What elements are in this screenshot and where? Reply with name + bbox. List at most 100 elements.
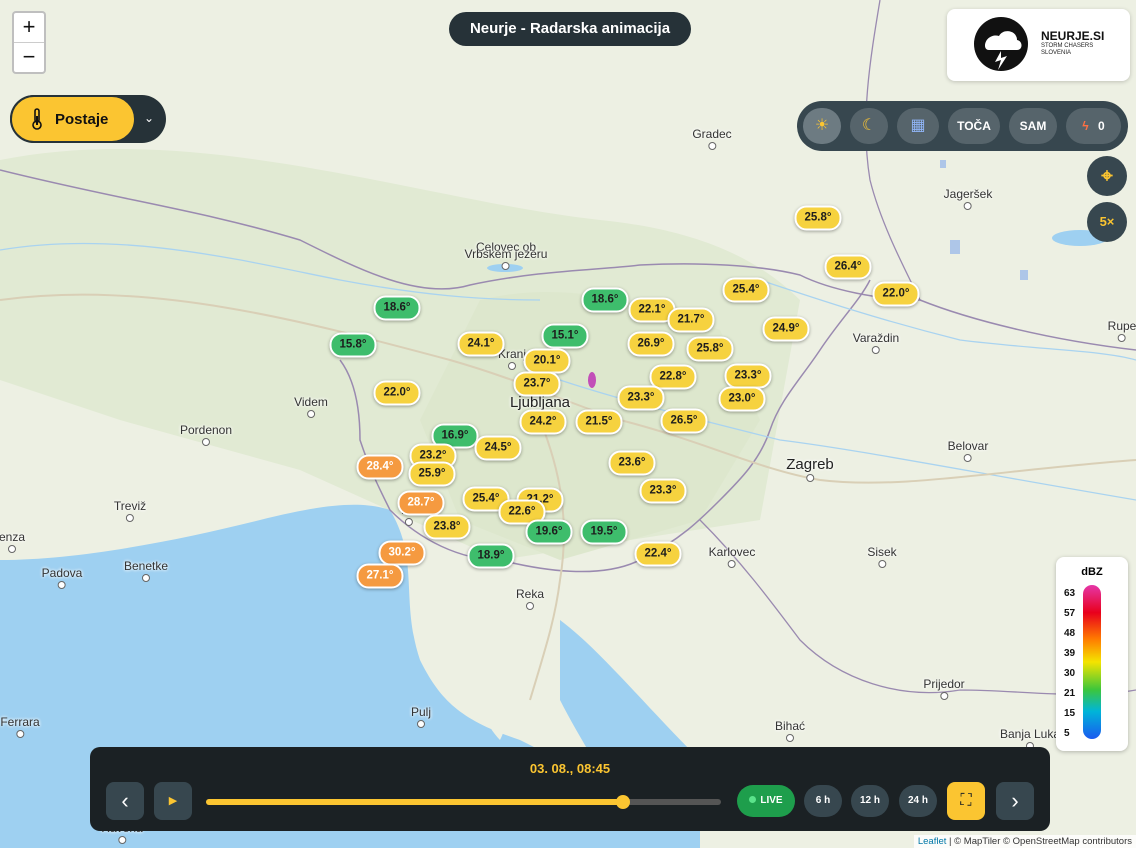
- temperature-marker[interactable]: 23.6°: [608, 450, 656, 476]
- city-name: Zagreb: [786, 456, 834, 473]
- temperature-marker[interactable]: 24.2°: [519, 409, 567, 435]
- city-label: Pordenon: [180, 423, 232, 446]
- temperature-marker[interactable]: 30.2°: [378, 540, 426, 566]
- timeline-slider[interactable]: [206, 795, 721, 809]
- temperature-marker[interactable]: 23.3°: [639, 478, 687, 504]
- temperature-marker[interactable]: 23.3°: [724, 363, 772, 389]
- legend-tick: 57: [1064, 608, 1076, 619]
- temperature-marker[interactable]: 24.9°: [762, 316, 810, 342]
- temperature-marker[interactable]: 26.5°: [660, 408, 708, 434]
- temperature-marker[interactable]: 24.5°: [474, 435, 522, 461]
- temperature-marker[interactable]: 20.1°: [523, 348, 571, 374]
- temperature-marker[interactable]: 25.8°: [686, 336, 734, 362]
- city-label: enza: [0, 530, 25, 553]
- sun-icon[interactable]: ☀: [803, 108, 841, 144]
- temperature-marker[interactable]: 22.0°: [872, 281, 920, 307]
- temperature-marker[interactable]: 15.1°: [541, 323, 589, 349]
- temperature-marker[interactable]: 22.0°: [373, 380, 421, 406]
- live-label: LIVE: [760, 795, 783, 806]
- temperature-marker[interactable]: 25.8°: [794, 205, 842, 231]
- speed-button[interactable]: 5×: [1087, 202, 1127, 242]
- temperature-marker[interactable]: 23.8°: [423, 514, 471, 540]
- temperature-marker[interactable]: 18.9°: [467, 543, 515, 569]
- fullscreen-icon[interactable]: ⛶: [947, 782, 985, 820]
- temperature-marker[interactable]: 23.7°: [513, 371, 561, 397]
- live-dot-icon: [749, 796, 757, 803]
- lightning-icon: ϟ: [1082, 119, 1089, 133]
- zoom-in-button[interactable]: +: [14, 13, 44, 43]
- range-24h-button[interactable]: 24 h: [899, 785, 937, 817]
- temperature-marker[interactable]: 18.6°: [373, 295, 421, 321]
- zoom-out-button[interactable]: −: [14, 43, 44, 72]
- locate-icon[interactable]: ⌖: [1087, 156, 1127, 196]
- timeline-knob[interactable]: [616, 795, 631, 809]
- city-dot-icon: [118, 836, 126, 844]
- temperature-marker[interactable]: 25.9°: [408, 461, 456, 487]
- range-6h-button[interactable]: 6 h: [804, 785, 842, 817]
- zoom-control: + −: [12, 11, 46, 74]
- city-dot-icon: [963, 202, 972, 210]
- city-name: Reka: [515, 587, 545, 601]
- logo[interactable]: NEURJE.SI STORM CHASERS SLOVENIA: [947, 9, 1130, 81]
- city-label: Benetke: [124, 559, 168, 582]
- city-dot-icon: [141, 574, 150, 582]
- temperature-marker[interactable]: 23.0°: [718, 386, 766, 412]
- city-name: Treviž: [113, 499, 147, 513]
- temperature-marker[interactable]: 28.4°: [356, 454, 404, 480]
- legend-tick: 21: [1064, 688, 1076, 699]
- city-label: Jageršek: [944, 187, 992, 210]
- attribution-text: | © MapTiler © OpenStreetMap contributor…: [946, 836, 1132, 847]
- animation-player: 03. 08., 08:45 ‹ ▶ LIVE 6 h 12 h 24 h ⛶ …: [90, 747, 1050, 831]
- city-dot-icon: [939, 692, 948, 700]
- legend-tick: 63: [1064, 588, 1076, 599]
- timeline-progress: [206, 799, 624, 805]
- temperature-marker[interactable]: 27.1°: [356, 563, 404, 589]
- temperature-marker[interactable]: 21.7°: [667, 307, 715, 333]
- temperature-marker[interactable]: 28.7°: [397, 490, 445, 516]
- logo-subtitle: STORM CHASERS SLOVENIA: [1041, 43, 1094, 56]
- city-dot-icon: [306, 410, 315, 418]
- sam-button[interactable]: SAM: [1009, 108, 1057, 144]
- lightning-button[interactable]: ϟ 0: [1066, 108, 1121, 144]
- dbz-legend: dBZ 63 57 48 39 30 21 15 5: [1056, 557, 1128, 751]
- city-label: Karlovec: [709, 545, 755, 568]
- layer-toolbar: ☀ ☾ ▦ TOČA SAM ϟ 0: [797, 101, 1128, 151]
- moon-icon[interactable]: ☾: [850, 108, 888, 144]
- city-dot-icon: [416, 720, 425, 728]
- live-button[interactable]: LIVE: [737, 785, 795, 817]
- temperature-marker[interactable]: 26.9°: [627, 331, 675, 357]
- temperature-marker[interactable]: 15.8°: [329, 332, 377, 358]
- temperature-marker[interactable]: 19.6°: [525, 519, 573, 545]
- city-dot-icon: [57, 581, 66, 589]
- calendar-icon[interactable]: ▦: [897, 108, 939, 144]
- legend-tick: 39: [1064, 648, 1076, 659]
- chevron-down-icon[interactable]: ⌄: [144, 111, 154, 125]
- city-label: Varaždin: [853, 331, 899, 354]
- storm-cloud-logo-icon: [974, 17, 1028, 71]
- city-label: Videm: [294, 395, 328, 418]
- city-name: Ferrara: [0, 715, 40, 729]
- temperature-marker[interactable]: 21.5°: [575, 409, 623, 435]
- city-name: Videm: [294, 395, 328, 409]
- city-dot-icon: [1118, 334, 1126, 342]
- legend-unit: dBZ: [1081, 566, 1103, 578]
- hail-button[interactable]: TOČA: [948, 108, 1000, 144]
- prev-frame-button[interactable]: ‹: [106, 782, 144, 820]
- legend-colorbar: [1083, 585, 1101, 739]
- temperature-marker[interactable]: 26.4°: [824, 254, 872, 280]
- temperature-marker[interactable]: 23.3°: [617, 385, 665, 411]
- temperature-marker[interactable]: 24.1°: [457, 331, 505, 357]
- temperature-marker[interactable]: 19.5°: [580, 519, 628, 545]
- leaflet-link[interactable]: Leaflet: [918, 836, 947, 847]
- stations-button[interactable]: Postaje: [10, 95, 136, 143]
- temperature-marker[interactable]: 22.4°: [634, 541, 682, 567]
- temperature-marker[interactable]: 25.4°: [722, 277, 770, 303]
- next-frame-button[interactable]: ›: [996, 782, 1034, 820]
- city-label: Treviž: [114, 499, 146, 522]
- play-button[interactable]: ▶: [154, 782, 192, 820]
- temperature-marker[interactable]: 18.6°: [581, 287, 629, 313]
- city-dot-icon: [964, 454, 972, 462]
- city-name: Benetke: [123, 559, 169, 573]
- range-12h-button[interactable]: 12 h: [851, 785, 889, 817]
- stations-dropdown[interactable]: Postaje ⌄: [10, 95, 166, 143]
